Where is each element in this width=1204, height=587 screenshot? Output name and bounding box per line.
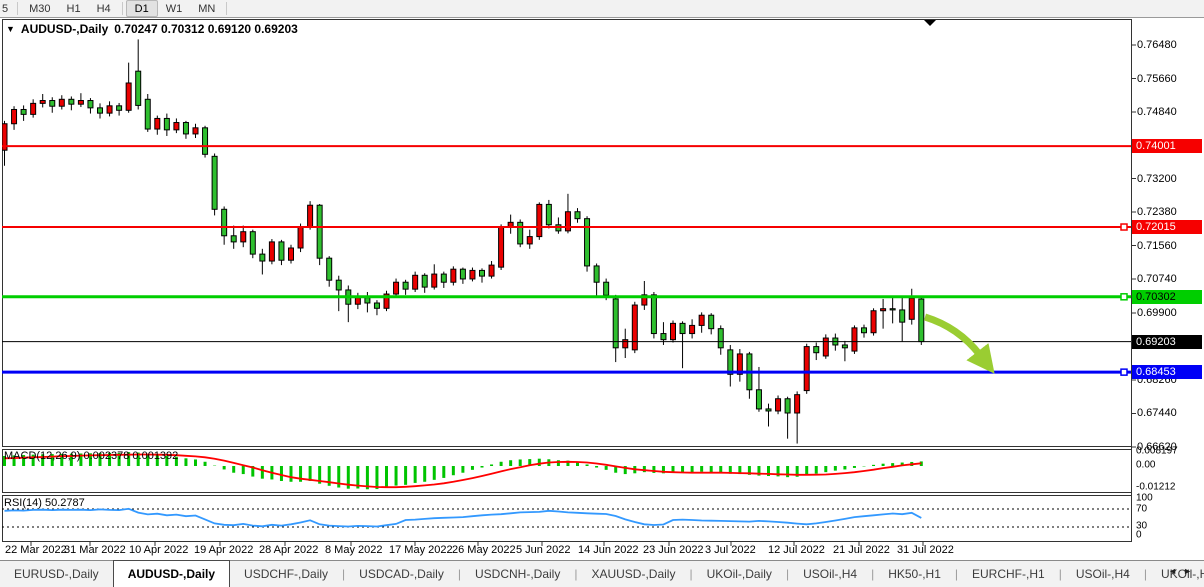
symbol-tab-usoilh4-7[interactable]: USOil-,H4	[789, 561, 871, 587]
symbol-tab-eurusddaily-0[interactable]: EURUSD-,Daily	[0, 561, 113, 587]
tab-scroll-left-button[interactable]: ◄	[1168, 566, 1183, 576]
price-line-handle[interactable]	[1121, 294, 1127, 300]
symbol-tab-usdcnhdaily-4[interactable]: USDCNH-,Daily	[461, 561, 574, 587]
symbol-tab-hk50h1-8[interactable]: HK50-,H1	[874, 561, 955, 587]
symbol-tab-bar: EURUSD-,DailyAUDUSD-,DailyUSDCHF-,Daily|…	[0, 560, 1204, 587]
symbol-tab-ukoildaily-6[interactable]: UKOil-,Daily	[693, 561, 786, 587]
price-line-handle[interactable]	[1121, 369, 1127, 375]
chart-canvas[interactable]	[0, 0, 1204, 587]
symbol-tab-usoilh4-10[interactable]: USOil-,H4	[1062, 561, 1144, 587]
tab-scroll-buttons: ◄►	[1168, 566, 1198, 576]
price-line-handle[interactable]	[1121, 224, 1127, 230]
tab-scroll-right-button[interactable]: ►	[1183, 566, 1198, 576]
terminal-window: 5M30H1H4D1W1MN ▼ AUDUSD-,Daily 0.70247 0…	[0, 0, 1204, 587]
symbol-tab-eurchfh1-9[interactable]: EURCHF-,H1	[958, 561, 1059, 587]
symbol-tab-usdcaddaily-3[interactable]: USDCAD-,Daily	[345, 561, 458, 587]
symbol-tab-audusddaily-1[interactable]: AUDUSD-,Daily	[113, 560, 230, 587]
symbol-tab-usdchfdaily-2[interactable]: USDCHF-,Daily	[230, 561, 342, 587]
symbol-tab-xauusddaily-5[interactable]: XAUUSD-,Daily	[577, 561, 689, 587]
